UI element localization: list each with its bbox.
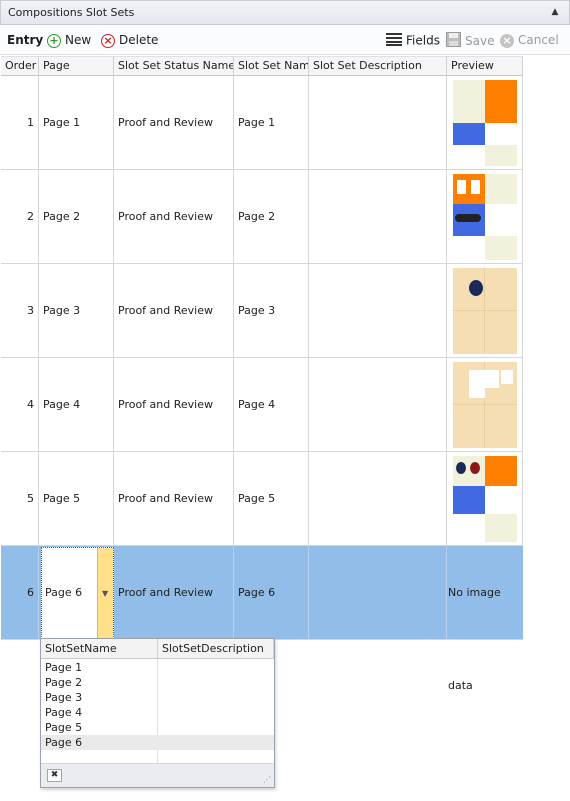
new-button-label: New xyxy=(65,33,92,47)
description-cell[interactable] xyxy=(309,170,447,263)
save-button-label: Save xyxy=(465,34,495,48)
save-icon xyxy=(446,32,461,51)
status-cell[interactable]: Proof and Review xyxy=(114,76,234,169)
order-cell[interactable]: 1 xyxy=(1,76,39,169)
dropdown-item-label: Page 6 xyxy=(45,736,83,749)
column-header-name[interactable]: Slot Set Name xyxy=(234,56,309,76)
page-dropdown-popup: SlotSetName SlotSetDescription Page 1 Pa… xyxy=(40,638,275,788)
page-preview-thumbnail xyxy=(453,362,517,448)
page-preview-thumbnail xyxy=(453,268,517,354)
order-cell[interactable]: 3 xyxy=(1,264,39,357)
popup-column-header-description[interactable]: SlotSetDescription xyxy=(158,639,274,659)
entry-label: Entry xyxy=(7,33,44,47)
status-cell[interactable]: Proof and Review xyxy=(114,264,234,357)
page-cell[interactable]: Page 2 xyxy=(39,170,114,263)
order-cell[interactable]: 6 xyxy=(1,546,39,639)
page-cell[interactable]: Page 4 xyxy=(39,358,114,451)
name-cell[interactable]: Page 3 xyxy=(234,264,309,357)
popup-column-header-name[interactable]: SlotSetName xyxy=(41,639,158,659)
name-cell[interactable]: Page 2 xyxy=(234,170,309,263)
name-cell[interactable]: Page 6 xyxy=(234,546,309,639)
delete-icon: × xyxy=(101,33,115,48)
dropdown-item[interactable]: Page 4 xyxy=(41,705,274,720)
dropdown-item[interactable]: Page 2 xyxy=(41,675,274,690)
column-header-order[interactable]: Order xyxy=(1,56,39,76)
save-button[interactable]: Save xyxy=(446,32,494,48)
page-preview-thumbnail xyxy=(453,80,517,166)
table-row[interactable]: 4 Page 4 Proof and Review Page 4 xyxy=(1,358,523,452)
page-preview-thumbnail xyxy=(453,174,517,260)
clear-icon[interactable]: ✖ xyxy=(47,769,62,782)
order-cell[interactable]: 4 xyxy=(1,358,39,451)
page-cell[interactable]: Page 3 xyxy=(39,264,114,357)
column-header-preview[interactable]: Preview xyxy=(447,56,523,76)
cancel-button[interactable]: × Cancel xyxy=(500,32,559,48)
description-cell[interactable] xyxy=(309,546,447,639)
dropdown-item[interactable]: Page 5 xyxy=(41,720,274,735)
dropdown-item[interactable]: Page 3 xyxy=(41,690,274,705)
cancel-icon: × xyxy=(500,33,514,48)
order-cell[interactable]: 5 xyxy=(1,452,39,545)
page-dropdown-editor[interactable]: Page 6 ▼ xyxy=(41,547,114,639)
order-cell[interactable]: 2 xyxy=(1,170,39,263)
page-editor-value[interactable]: Page 6 xyxy=(45,548,82,638)
delete-button-label: Delete xyxy=(119,33,159,47)
name-cell[interactable]: Page 1 xyxy=(234,76,309,169)
status-cell[interactable]: Proof and Review xyxy=(114,452,234,545)
name-cell[interactable]: Page 4 xyxy=(234,358,309,451)
panel-title: Compositions Slot Sets xyxy=(8,6,135,19)
list-icon xyxy=(386,32,402,50)
status-cell[interactable]: Proof and Review xyxy=(114,358,234,451)
dropdown-item-label: Page 1 xyxy=(45,661,83,674)
fields-button-label: Fields xyxy=(406,33,440,48)
dropdown-item[interactable]: Page 1 xyxy=(41,660,274,675)
page-preview-thumbnail xyxy=(453,456,517,542)
description-cell[interactable] xyxy=(309,452,447,545)
dropdown-item-label: Page 4 xyxy=(45,706,83,719)
dropdown-item-selected[interactable]: Page 6 xyxy=(41,735,274,750)
dropdown-item-label: Page 3 xyxy=(45,691,83,704)
table-row[interactable]: 2 Page 2 Proof and Review Page 2 xyxy=(1,170,523,264)
page-cell[interactable]: Page 1 xyxy=(39,76,114,169)
fields-button[interactable]: Fields xyxy=(386,32,440,48)
table-row-selected[interactable]: 6 Page 6 ▼ Proof and Review Page 6 No im… xyxy=(1,546,523,692)
table-row[interactable]: 5 Page 5 Proof and Review Page 5 xyxy=(1,452,523,546)
description-cell[interactable] xyxy=(309,358,447,451)
panel-header: Compositions Slot Sets ▲ xyxy=(0,0,570,25)
description-cell[interactable] xyxy=(309,264,447,357)
dropdown-item-label: Page 2 xyxy=(45,676,83,689)
column-header-status[interactable]: Slot Set Status Name xyxy=(114,56,234,76)
delete-button[interactable]: × Delete xyxy=(101,32,158,48)
cancel-button-label: Cancel xyxy=(518,33,559,47)
status-cell[interactable]: Proof and Review xyxy=(114,546,234,639)
column-header-description[interactable]: Slot Set Description xyxy=(309,56,447,76)
status-cell[interactable]: Proof and Review xyxy=(114,170,234,263)
page-cell[interactable]: Page 5 xyxy=(39,452,114,545)
chevron-up-icon[interactable]: ▲ xyxy=(549,6,561,18)
plus-icon: + xyxy=(47,33,61,48)
description-cell[interactable] xyxy=(309,76,447,169)
dropdown-button[interactable]: ▼ xyxy=(97,548,113,638)
table-row[interactable]: 3 Page 3 Proof and Review Page 3 xyxy=(1,264,523,358)
popup-footer: ✖ ⋰ xyxy=(41,763,274,787)
column-header-page[interactable]: Page xyxy=(39,56,114,76)
table-row[interactable]: 1 Page 1 Proof and Review Page 1 xyxy=(1,76,523,170)
dropdown-item-label: Page 5 xyxy=(45,721,83,734)
toolbar: Entry + New × Delete Fields Save × Cancel xyxy=(0,25,570,55)
preview-no-image-text: No image data xyxy=(448,586,501,692)
new-button[interactable]: + New xyxy=(47,32,91,48)
resize-grip-icon[interactable]: ⋰ xyxy=(263,775,271,784)
name-cell[interactable]: Page 5 xyxy=(234,452,309,545)
chevron-down-icon: ▼ xyxy=(102,589,109,598)
